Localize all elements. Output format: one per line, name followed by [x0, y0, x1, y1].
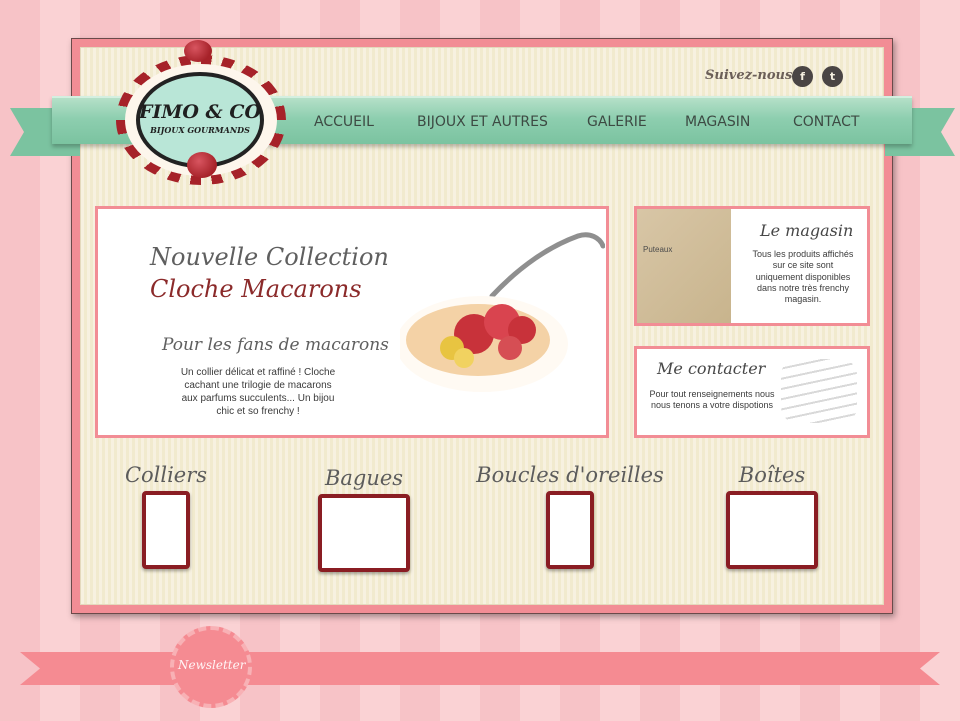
category-boites[interactable]: Boîtes	[724, 463, 820, 569]
nav-item-accueil[interactable]: ACCUEIL	[314, 114, 374, 130]
contact-panel-title: Me contacter	[657, 359, 766, 378]
newsletter-band	[20, 652, 940, 685]
banner-tagline: Pour les fans de macarons	[162, 335, 389, 355]
category-thumbnail[interactable]	[142, 491, 190, 569]
category-title: Boucles d'oreilles	[476, 463, 664, 487]
logo-subtitle: BIJOUX GOURMANDS	[150, 125, 250, 135]
facebook-icon[interactable]: f	[792, 66, 813, 87]
postmark-icon	[781, 359, 857, 423]
category-thumbnail[interactable]	[318, 494, 410, 572]
banner-title-line-2: Cloche Macarons	[150, 275, 362, 303]
store-panel-title: Le magasin	[760, 221, 854, 240]
store-panel[interactable]: Puteaux Le magasin Tous les produits aff…	[634, 206, 870, 326]
follow-label: Suivez-nous	[705, 68, 793, 83]
category-boucles-doreilles[interactable]: Boucles d'oreilles	[476, 463, 664, 569]
store-panel-copy: Tous les produits affichés sur ce site s…	[752, 249, 854, 304]
category-title: Bagues	[324, 466, 404, 490]
store-map	[637, 209, 731, 323]
contact-panel[interactable]: Me contacter Pour tout renseignements no…	[634, 346, 870, 438]
nav-item-bijoux-et-autres[interactable]: BIJOUX ET AUTRES	[417, 114, 548, 130]
banner-copy: Un collier délicat et raffiné ! Cloche c…	[180, 367, 336, 417]
newsletter-label[interactable]: Newsletter	[178, 658, 245, 672]
category-thumbnail[interactable]	[546, 491, 594, 569]
nav-item-magasin[interactable]: MAGASIN	[685, 114, 750, 130]
contact-panel-copy: Pour tout renseignements nous nous tenon…	[649, 389, 775, 411]
category-bagues[interactable]: Bagues	[316, 466, 412, 572]
nav-item-contact[interactable]: CONTACT	[793, 114, 859, 130]
category-thumbnail[interactable]	[726, 491, 818, 569]
category-title: Colliers	[124, 463, 208, 487]
twitter-icon[interactable]: t	[822, 66, 843, 87]
category-title: Boîtes	[738, 463, 806, 487]
logo-top-macaron-icon	[184, 40, 212, 62]
logo-smiley-icon	[187, 152, 217, 178]
banner-product-image	[400, 232, 605, 392]
logo-title: FIMO & CO	[138, 101, 261, 123]
nav-item-galerie[interactable]: GALERIE	[587, 114, 647, 130]
category-colliers[interactable]: Colliers	[122, 463, 210, 569]
store-map-label: Puteaux	[643, 245, 673, 254]
banner-title-line-1: Nouvelle Collection	[150, 243, 389, 271]
